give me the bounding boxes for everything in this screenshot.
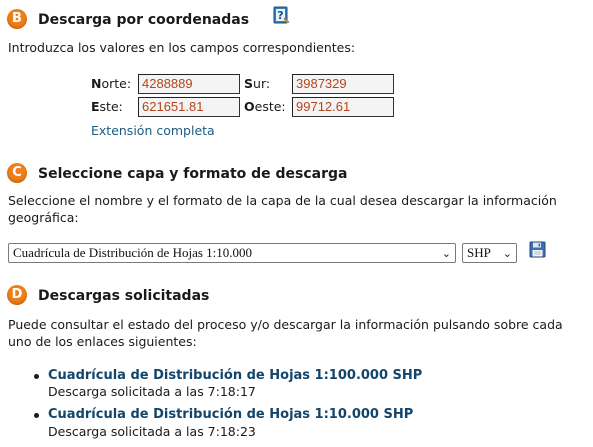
este-input[interactable]: 621651.81 bbox=[138, 97, 240, 117]
sur-input[interactable]: 3987329 bbox=[292, 74, 394, 94]
sur-label: Sur: bbox=[244, 76, 271, 91]
list-bullet bbox=[34, 374, 39, 379]
section-c-title: Seleccione capa y formato de descarga bbox=[38, 166, 348, 182]
layer-select[interactable]: Cuadrícula de Distribución de Hojas 1:10… bbox=[8, 243, 456, 263]
extent-complete-link[interactable]: Extensión completa bbox=[91, 123, 215, 138]
section-b-title: Descarga por coordenadas bbox=[38, 12, 250, 28]
section-b-intro: Introduzca los valores en los campos cor… bbox=[8, 40, 356, 55]
norte-label: Norte: bbox=[91, 76, 132, 91]
section-d-intro-line2: uno de los enlaces siguientes: bbox=[8, 334, 197, 349]
section-d-intro-line1: Puede consultar el estado del proceso y/… bbox=[8, 317, 563, 332]
section-c-intro-line1: Seleccione el nombre y el formato de la … bbox=[8, 193, 557, 208]
oeste-label: Oeste: bbox=[244, 99, 286, 114]
format-select[interactable]: SHP ⌄ bbox=[462, 243, 517, 263]
layer-select-value: Cuadrícula de Distribución de Hojas 1:10… bbox=[13, 245, 253, 260]
oeste-input[interactable]: 99712.61 bbox=[292, 97, 394, 117]
list-bullet bbox=[34, 413, 39, 418]
svg-text:?: ? bbox=[277, 9, 283, 22]
section-b-badge: B bbox=[7, 9, 27, 29]
download-request-status: Descarga solicitada a las 7:18:23 bbox=[48, 424, 256, 439]
section-c-intro-line2: geográfica: bbox=[8, 210, 79, 225]
chevron-down-icon: ⌄ bbox=[502, 247, 512, 260]
download-request-status: Descarga solicitada a las 7:18:17 bbox=[48, 384, 256, 399]
norte-input[interactable]: 4288889 bbox=[138, 74, 240, 94]
help-book-icon[interactable]: ? bbox=[272, 6, 290, 24]
format-select-value: SHP bbox=[467, 245, 491, 260]
section-c-badge: C bbox=[7, 163, 27, 183]
floppy-disk-icon[interactable] bbox=[529, 241, 546, 258]
section-d-title: Descargas solicitadas bbox=[38, 288, 210, 304]
download-request-link[interactable]: Cuadrícula de Distribución de Hojas 1:10… bbox=[48, 407, 413, 422]
section-d-badge: D bbox=[7, 285, 27, 305]
chevron-down-icon: ⌄ bbox=[441, 247, 451, 260]
download-request-link[interactable]: Cuadrícula de Distribución de Hojas 1:10… bbox=[48, 368, 422, 383]
este-label: Este: bbox=[91, 99, 123, 114]
